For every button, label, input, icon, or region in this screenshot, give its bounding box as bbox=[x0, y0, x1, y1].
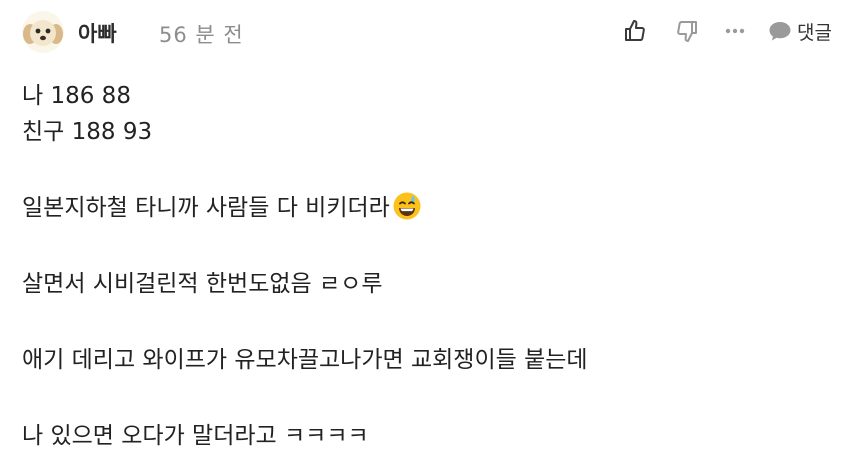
comment-line: 친구 188 93 bbox=[22, 119, 153, 145]
grinning-sweat-emoji-icon bbox=[393, 192, 421, 220]
comment-line: 나 있으면 오다가 말더라고 ㅋㅋㅋㅋ bbox=[22, 423, 369, 449]
comment-line-text: 일본지하철 타니까 사람들 다 비키더라 bbox=[22, 195, 390, 221]
avatar[interactable] bbox=[22, 11, 64, 53]
thumbs-down-icon bbox=[677, 21, 698, 42]
more-options-button[interactable] bbox=[724, 17, 746, 45]
puppy-avatar-icon bbox=[22, 11, 64, 53]
author-name[interactable]: 아빠 bbox=[78, 18, 117, 48]
comment-line: 나 186 88 bbox=[22, 83, 131, 109]
reply-label: 댓글 bbox=[797, 21, 832, 44]
thumbs-up-icon bbox=[625, 20, 645, 41]
comment-line: 애기 데리고 와이프가 유모차끌고나가면 교회쟁이들 붙는데 bbox=[22, 347, 588, 373]
speech-bubble-icon bbox=[769, 22, 791, 41]
comment-body: 나 186 88 친구 188 93 일본지하철 타니까 사람들 다 비키더라 … bbox=[22, 78, 832, 454]
timestamp: 56 분 전 bbox=[159, 23, 244, 47]
comment-line: 살면서 시비걸린적 한번도없음 ㄹㅇ루 bbox=[22, 271, 383, 297]
ellipsis-icon bbox=[725, 28, 745, 34]
comment-actions: 댓글 bbox=[622, 14, 832, 48]
like-button[interactable] bbox=[622, 17, 648, 45]
dislike-button[interactable] bbox=[674, 17, 700, 45]
comment-header: 아빠 56 분 전 댓글 bbox=[0, 0, 850, 62]
comment-line: 일본지하철 타니까 사람들 다 비키더라 bbox=[22, 190, 832, 226]
reply-button[interactable]: 댓글 bbox=[768, 16, 832, 46]
